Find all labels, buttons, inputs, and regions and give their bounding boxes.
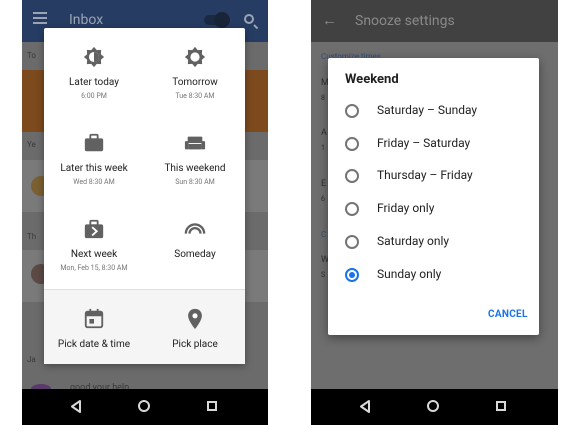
snooze-next-week[interactable]: Next week Mon, Feb 15, 8:30 AM [44,218,144,272]
snooze-bottom-bar: Pick date & time Pick place [44,289,245,364]
setting-value: 6 [321,195,325,203]
back-arrow-icon[interactable]: ← [322,13,337,28]
rainbow-icon [184,223,206,234]
setting-item[interactable]: A [321,128,327,138]
radio-option-saturday-only[interactable]: Saturday only [345,232,530,252]
section-header: Ye [27,140,36,149]
snooze-option-label: Later today [69,77,119,88]
snooze-option-time: Tue 8:30 AM [175,92,215,100]
radio-option-thursday-friday[interactable]: Thursday – Friday [345,166,530,186]
radio-option-friday-only[interactable]: Friday only [345,199,530,219]
radio-label: Saturday only [377,234,450,248]
radio-button[interactable] [345,169,359,183]
briefcase-icon [84,133,104,152]
snooze-later-this-week[interactable]: Later this week Wed 8:30 AM [44,132,144,186]
snooze-option-time: Wed 8:30 AM [73,178,115,186]
snooze-option-label: This weekend [164,163,226,174]
app-title: Snooze settings [355,13,455,29]
setting-item[interactable]: E [321,179,326,189]
system-nav-bar [22,389,268,425]
settings-app-bar: ← Snooze settings [311,0,558,42]
radio-button[interactable] [345,104,359,118]
radio-label: Sunday only [377,267,442,281]
radio-label: Friday only [377,201,435,215]
setting-value: 8 [321,94,325,102]
bottom-option-label: Pick date & time [57,339,131,350]
snooze-someday[interactable]: Someday [145,218,245,260]
section-header: Th [27,232,37,241]
weekend-dialog: Weekend Saturday – Sunday Friday – Satur… [328,58,539,335]
setting-value: S [321,271,326,279]
snooze-menu: Later today 6:00 PM Tomorrow Tue 8:30 AM… [44,28,245,364]
bottom-option-label: Pick place [172,339,218,350]
pin-toggle[interactable] [204,12,230,28]
pick-place-button[interactable]: Pick place [145,308,245,350]
section-header: Ja [27,355,36,364]
app-title: Inbox [69,12,104,28]
radio-button[interactable] [345,235,359,249]
radio-button[interactable] [345,137,359,151]
menu-icon[interactable] [33,12,47,24]
radio-option-friday-saturday[interactable]: Friday – Saturday [345,134,530,154]
search-icon[interactable] [244,14,254,24]
snooze-option-time: 6:00 PM [81,92,107,100]
recents-nav-icon[interactable] [207,401,217,411]
radio-button-selected[interactable] [345,268,359,282]
radio-option-sunday-only[interactable]: Sunday only [345,265,530,285]
system-nav-bar [311,389,558,425]
category-header: C [321,230,327,239]
snooze-settings-screen: ← Snooze settings Customize times M 8 A … [311,0,558,425]
setting-value: 1 [321,144,325,152]
pick-date-time-button[interactable]: Pick date & time [44,308,144,350]
place-pin-icon [188,308,202,330]
back-nav-icon[interactable] [359,400,371,413]
recents-nav-icon[interactable] [496,401,506,411]
snooze-tomorrow[interactable]: Tomorrow Tue 8:30 AM [145,46,245,100]
radio-label: Saturday – Sunday [377,103,478,117]
snooze-option-label: Tomorrow [172,77,218,88]
snooze-later-today[interactable]: Later today 6:00 PM [44,46,144,100]
sun-icon [184,46,206,68]
snooze-option-label: Next week [70,249,118,260]
snooze-this-weekend[interactable]: This weekend Sun 8:30 AM [145,132,245,186]
cancel-button[interactable]: CANCEL [488,309,528,320]
snooze-option-time: Mon, Feb 15, 8:30 AM [60,264,128,272]
radio-button[interactable] [345,202,359,216]
radio-option-saturday-sunday[interactable]: Saturday – Sunday [345,101,530,121]
snooze-option-label: Later this week [60,163,128,174]
home-nav-icon[interactable] [427,400,439,412]
section-header: To [27,51,36,60]
home-nav-icon[interactable] [138,400,150,412]
brightness-half-icon [83,46,105,68]
radio-label: Thursday – Friday [377,168,473,182]
dialog-title: Weekend [345,72,399,87]
couch-icon [184,136,206,150]
snooze-option-time: Sun 8:30 AM [175,178,215,186]
snooze-option-label: Someday [174,249,216,260]
radio-label: Friday – Saturday [377,136,471,150]
calendar-icon [84,308,104,329]
inbox-screen: Inbox To Ye Th Ja good your help Later t… [22,0,268,425]
back-nav-icon[interactable] [70,400,82,413]
briefcase-arrow-icon [84,219,104,239]
